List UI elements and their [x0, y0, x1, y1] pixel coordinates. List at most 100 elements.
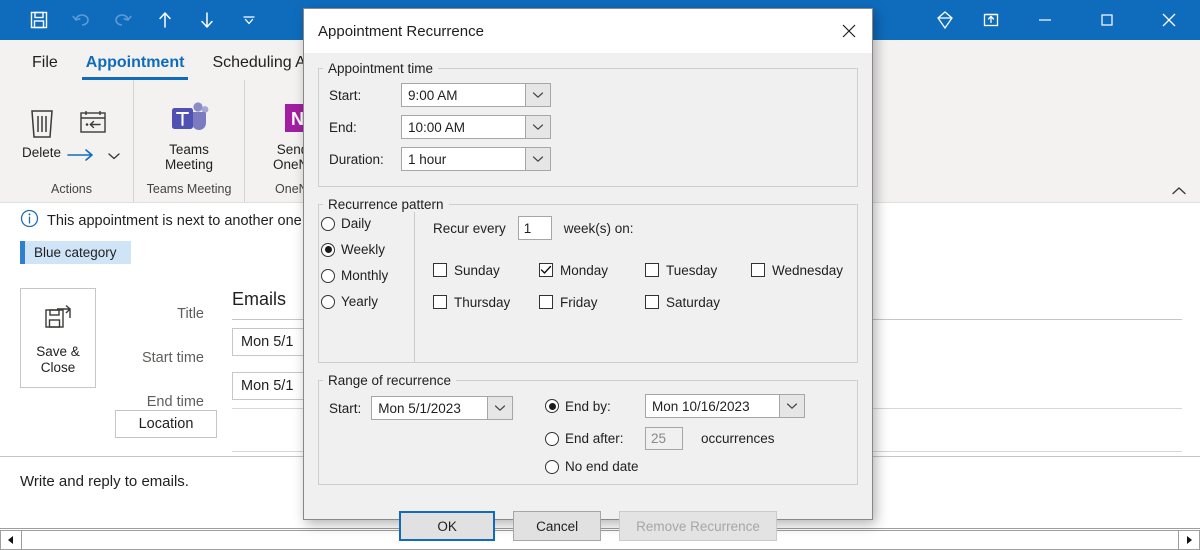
radio-end-after-indicator[interactable] — [545, 431, 559, 446]
ribbon-group-teams-meeting: Teams Meeting Teams Meeting — [134, 80, 246, 202]
checkbox-tuesday-box[interactable] — [645, 263, 659, 277]
radio-yearly-indicator[interactable] — [321, 294, 335, 309]
radio-end-after-row[interactable]: End after: 25 occurrences — [545, 427, 847, 450]
start-time-value[interactable]: 9:00 AM — [401, 83, 525, 107]
dialog-body: Appointment time Start: 9:00 AM End: 10:… — [304, 53, 872, 541]
checkbox-sunday-box[interactable] — [433, 263, 447, 277]
radio-yearly-label: Yearly — [341, 294, 379, 309]
range-start-section: Start: Mon 5/1/2023 — [329, 394, 545, 474]
label-start-time: Start time — [141, 350, 204, 366]
checkbox-wednesday-label: Wednesday — [772, 262, 844, 278]
radio-daily-indicator[interactable] — [321, 216, 335, 231]
location-button[interactable]: Location — [115, 410, 217, 438]
save-close-label: Save & Close — [36, 343, 80, 375]
chevron-down-icon[interactable] — [487, 396, 514, 420]
checkbox-saturday[interactable]: Saturday — [645, 286, 751, 318]
end-label: End: — [329, 119, 357, 135]
chevron-down-icon[interactable] — [525, 83, 551, 107]
appointment-time-legend: Appointment time — [328, 61, 434, 76]
checkbox-wednesday[interactable]: Wednesday — [751, 254, 857, 286]
redo-icon[interactable] — [102, 3, 144, 37]
checkbox-friday[interactable]: Friday — [539, 286, 645, 318]
range-start-combobox[interactable]: Mon 5/1/2023 — [371, 396, 514, 420]
save-icon[interactable] — [18, 3, 60, 37]
tab-file[interactable]: File — [18, 48, 72, 80]
ribbon-group-label-teams-meeting: Teams Meeting — [146, 182, 232, 196]
radio-daily[interactable]: Daily — [321, 216, 414, 231]
radio-end-by-indicator[interactable] — [545, 399, 559, 413]
end-by-date-combobox[interactable]: Mon 10/16/2023 — [645, 394, 805, 418]
checkbox-sunday[interactable]: Sunday — [433, 254, 539, 286]
minimize-icon[interactable] — [1014, 0, 1076, 40]
recurrence-pattern-group: Recurrence pattern Daily Weekly Monthly … — [318, 197, 858, 363]
checkbox-wednesday-box[interactable] — [751, 263, 765, 277]
recur-every-input[interactable]: 1 — [517, 216, 552, 240]
start-time-row: Start: 9:00 AM — [329, 80, 847, 110]
radio-end-by-row[interactable]: End by: Mon 10/16/2023 — [545, 394, 847, 418]
tab-appointment[interactable]: Appointment — [72, 48, 199, 80]
end-time-combobox[interactable]: 10:00 AM — [401, 115, 551, 139]
restore-down-icon[interactable] — [968, 0, 1014, 40]
checkbox-saturday-box[interactable] — [645, 295, 659, 309]
tab-scheduling-assistant[interactable]: Scheduling A — [198, 48, 319, 80]
remove-recurrence-button: Remove Recurrence — [619, 511, 777, 541]
range-of-recurrence-group: Range of recurrence Start: Mon 5/1/2023 — [318, 373, 858, 485]
next-item-icon[interactable] — [186, 3, 228, 37]
ribbon-group-actions: Delete Actions — [10, 80, 135, 202]
trash-icon[interactable] — [25, 101, 59, 143]
collapse-ribbon-icon[interactable] — [1170, 185, 1188, 200]
previous-item-icon[interactable] — [144, 3, 186, 37]
duration-row: Duration: 1 hour — [329, 144, 847, 174]
scroll-right-arrow-icon[interactable] — [1178, 529, 1200, 550]
ribbon-display-icon[interactable] — [922, 0, 968, 40]
teams-meeting-button[interactable]: Teams Meeting — [146, 97, 232, 172]
scroll-left-arrow-icon[interactable] — [0, 529, 22, 550]
dialog-close-icon[interactable] — [826, 9, 872, 53]
chevron-down-icon[interactable] — [107, 148, 121, 166]
duration-combobox[interactable]: 1 hour — [401, 147, 551, 171]
ribbon-group-label-actions: Actions — [51, 182, 93, 196]
checkbox-thursday-box[interactable] — [433, 295, 447, 309]
label-title: Title — [177, 306, 204, 322]
forward-arrow-icon[interactable] — [65, 147, 99, 168]
checkbox-monday-label: Monday — [560, 262, 609, 278]
checkbox-monday[interactable]: Monday — [539, 254, 645, 286]
appointment-time-group: Appointment time Start: 9:00 AM End: 10:… — [318, 61, 858, 187]
close-icon[interactable] — [1138, 0, 1200, 40]
radio-monthly[interactable]: Monthly — [321, 268, 414, 283]
radio-yearly[interactable]: Yearly — [321, 294, 414, 309]
end-by-date-value[interactable]: Mon 10/16/2023 — [645, 394, 779, 418]
category-chip[interactable]: Blue category — [20, 241, 131, 264]
cancel-button[interactable]: Cancel — [513, 511, 602, 541]
range-start-value[interactable]: Mon 5/1/2023 — [371, 396, 488, 420]
recurrence-frequency-radios: Daily Weekly Monthly Yearly — [319, 212, 415, 362]
duration-value[interactable]: 1 hour — [401, 147, 525, 171]
occurrences-input[interactable]: 25 — [645, 427, 683, 450]
undo-icon[interactable] — [60, 3, 102, 37]
customize-qat-icon[interactable] — [228, 3, 270, 37]
chevron-down-icon[interactable] — [525, 115, 551, 139]
maximize-icon[interactable] — [1076, 0, 1138, 40]
radio-no-end-date-row[interactable]: No end date — [545, 459, 847, 474]
radio-no-end-date-indicator[interactable] — [545, 459, 559, 474]
checkbox-monday-box[interactable] — [539, 263, 553, 277]
recur-every-label: Recur every — [433, 220, 506, 236]
range-of-recurrence-legend: Range of recurrence — [328, 373, 452, 388]
save-and-close-button[interactable]: Save & Close — [20, 288, 96, 388]
weekly-options: Recur every 1 week(s) on: Sunday Monday … — [415, 212, 857, 362]
radio-weekly[interactable]: Weekly — [321, 242, 414, 257]
chevron-down-icon[interactable] — [525, 147, 551, 171]
radio-weekly-indicator[interactable] — [321, 242, 335, 257]
checkbox-friday-box[interactable] — [539, 295, 553, 309]
checkbox-saturday-label: Saturday — [666, 294, 721, 310]
start-time-combobox[interactable]: 9:00 AM — [401, 83, 551, 107]
calendar-back-icon[interactable] — [78, 101, 108, 143]
delete-label: Delete — [22, 144, 62, 160]
checkbox-tuesday[interactable]: Tuesday — [645, 254, 751, 286]
end-time-value[interactable]: 10:00 AM — [401, 115, 525, 139]
radio-monthly-indicator[interactable] — [321, 268, 335, 283]
outlook-appointment-window: Emails — [0, 0, 1200, 550]
ok-button[interactable]: OK — [399, 511, 496, 541]
chevron-down-icon[interactable] — [779, 394, 805, 418]
checkbox-thursday[interactable]: Thursday — [433, 286, 539, 318]
